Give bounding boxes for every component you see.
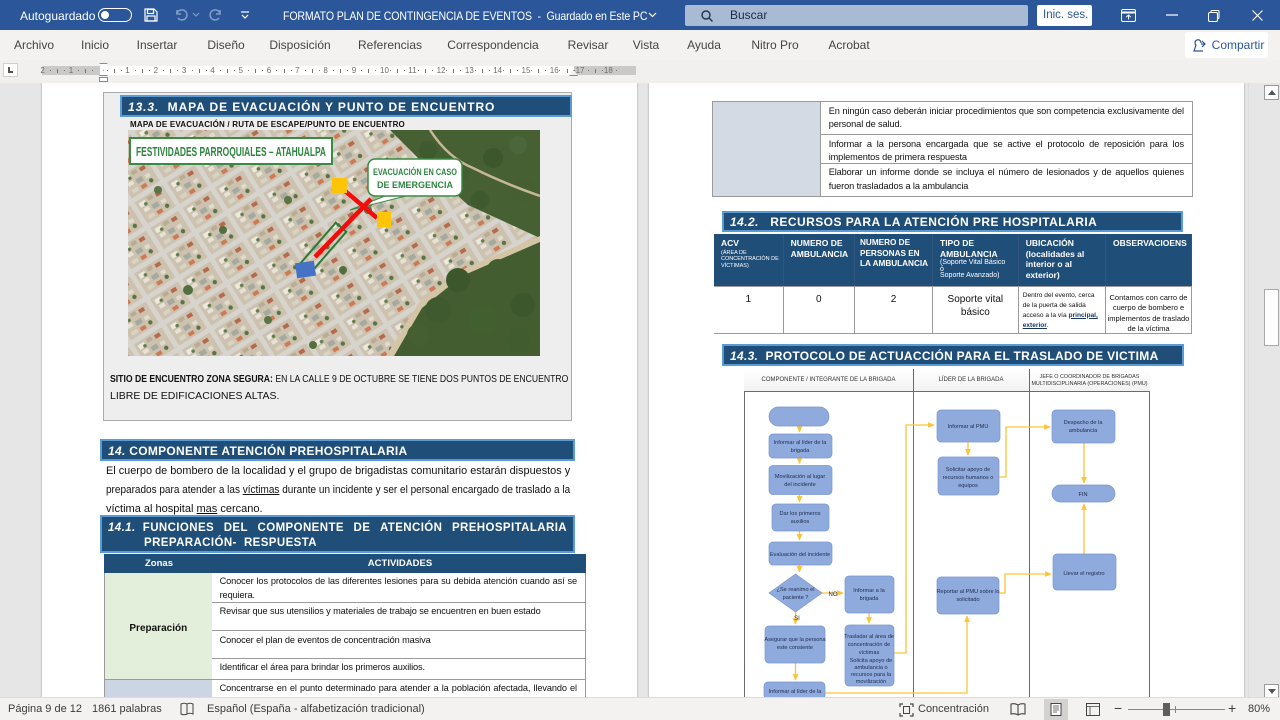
svg-text:auxilios: auxilios <box>791 519 810 525</box>
svg-text:Informar al líder de la: Informar al líder de la <box>774 440 828 446</box>
svg-text:recursos para la: recursos para la <box>851 672 892 678</box>
svg-text:del incidente: del incidente <box>784 482 815 488</box>
svg-text:Informar al líder de la: Informar al líder de la <box>769 689 823 695</box>
svg-text:brigada: brigada <box>791 448 811 454</box>
svg-text:brigada: brigada <box>860 596 880 602</box>
svg-text:FESTIVIDADES PARROQUIALES – AT: FESTIVIDADES PARROQUIALES – ATAHUALPA <box>136 145 326 159</box>
svg-text:Dar los primeros: Dar los primeros <box>779 511 820 517</box>
svg-text:SI: SI <box>794 616 800 622</box>
svg-text:Informar a la: Informar a la <box>853 588 885 594</box>
svg-text:FIN: FIN <box>1078 492 1087 498</box>
svg-text:Trasladar al área de: Trasladar al área de <box>844 634 894 640</box>
svg-text:Informar al PMU: Informar al PMU <box>948 424 989 430</box>
svg-text:ambulancia: ambulancia <box>1069 428 1098 434</box>
svg-text:EVACUACIÓN EN CASO: EVACUACIÓN EN CASO <box>373 166 457 177</box>
svg-text:movilización: movilización <box>856 679 886 685</box>
svg-text:Movilización al lugar: Movilización al lugar <box>775 474 826 480</box>
svg-text:Despacho de la: Despacho de la <box>1064 420 1104 426</box>
svg-text:Evaluación del incidente: Evaluación del incidente <box>770 552 830 558</box>
svg-text:¿Se reanimo el: ¿Se reanimo el <box>777 587 815 593</box>
svg-text:Llevar el registro: Llevar el registro <box>1063 571 1104 577</box>
svg-text:DE EMERGENCIA: DE EMERGENCIA <box>377 180 454 190</box>
svg-text:solicitado: solicitado <box>956 597 979 603</box>
svg-text:NO: NO <box>829 592 838 598</box>
svg-text:recursos humanos o: recursos humanos o <box>943 475 994 481</box>
svg-text:Asegurar que la persona: Asegurar que la persona <box>764 637 826 643</box>
svg-text:ambulancia o: ambulancia o <box>854 665 887 671</box>
svg-text:Reportar al PMU sobre lo: Reportar al PMU sobre lo <box>936 589 999 595</box>
svg-text:paciente ?: paciente ? <box>783 595 809 601</box>
svg-text:víctimas: víctimas <box>859 650 880 656</box>
svg-text:equipos: equipos <box>958 483 978 489</box>
svg-text:concentración de: concentración de <box>848 642 891 648</box>
svg-text:Solicitar apoyo de: Solicitar apoyo de <box>946 467 990 473</box>
svg-text:este consiente: este consiente <box>777 645 813 651</box>
svg-text:Solicita apoyo de: Solicita apoyo de <box>850 658 893 664</box>
